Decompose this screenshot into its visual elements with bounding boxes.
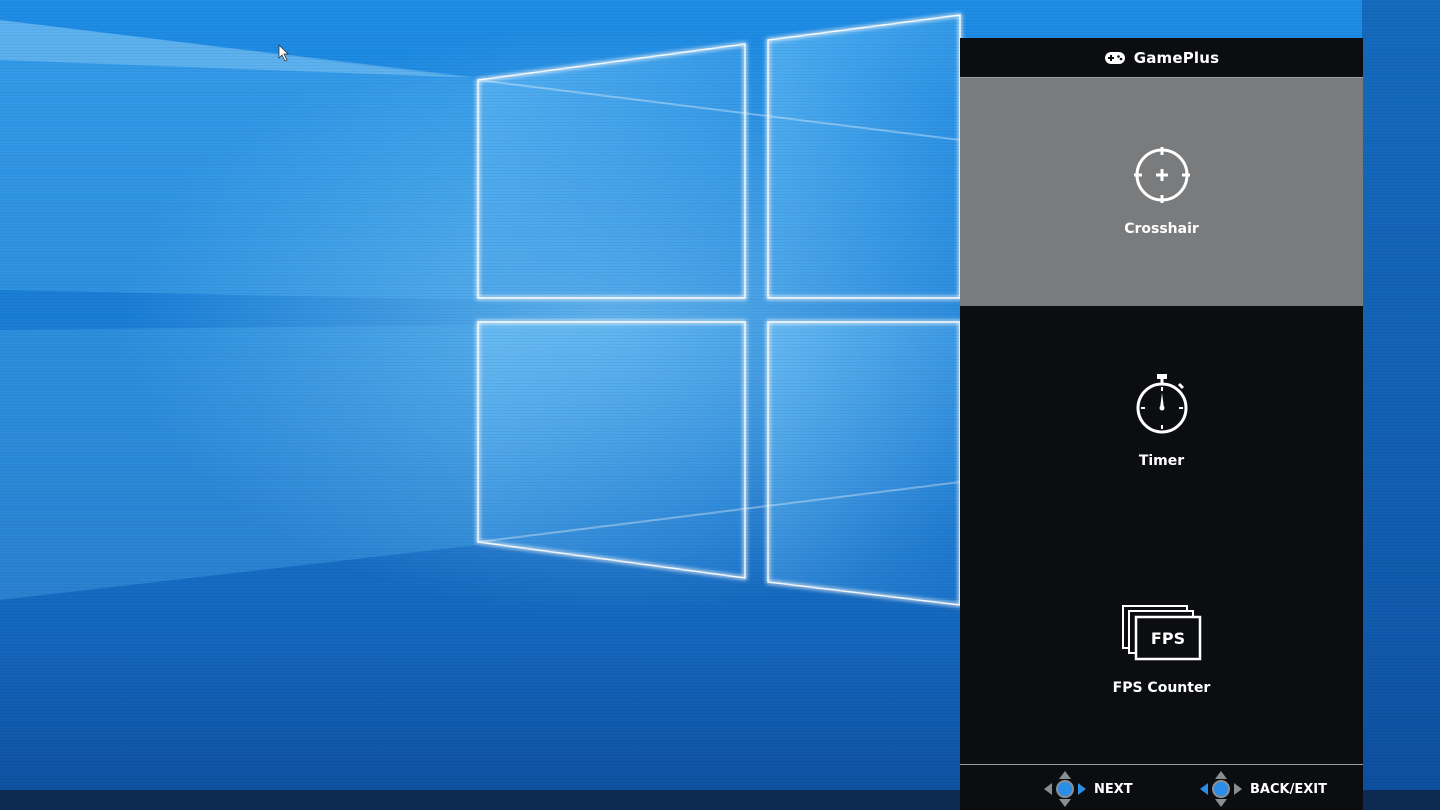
joystick-next-icon: [1044, 771, 1086, 807]
gameplus-osd-panel: GamePlus Crosshair Timer FPS FPS Counter…: [960, 38, 1363, 810]
next-action[interactable]: NEXT: [1042, 769, 1133, 809]
menu-item-label: FPS Counter: [1112, 680, 1211, 696]
fps-icon: FPS: [1121, 605, 1201, 661]
joystick-back-icon: [1200, 771, 1242, 807]
menu-item-fps-counter[interactable]: FPS FPS Counter: [960, 536, 1363, 764]
back-exit-label: BACK/EXIT: [1250, 781, 1327, 797]
fps-icon-text: FPS: [1150, 629, 1184, 648]
menu-item-label: Crosshair: [1124, 221, 1199, 237]
menu-item-crosshair[interactable]: Crosshair: [960, 78, 1363, 306]
osd-title: GamePlus: [1133, 48, 1220, 67]
gamepad-icon: [1104, 51, 1125, 64]
back-exit-action[interactable]: BACK/EXIT: [1198, 769, 1327, 809]
next-label: NEXT: [1094, 781, 1133, 797]
osd-header: GamePlus: [960, 38, 1363, 78]
mouse-cursor-icon: [278, 44, 289, 62]
menu-item-label: Timer: [1138, 453, 1185, 469]
stopwatch-icon: [1136, 374, 1187, 434]
osd-footer: NEXT BACK/EXIT: [960, 764, 1363, 810]
menu-item-timer[interactable]: Timer: [960, 306, 1363, 536]
crosshair-icon: [1133, 147, 1190, 203]
